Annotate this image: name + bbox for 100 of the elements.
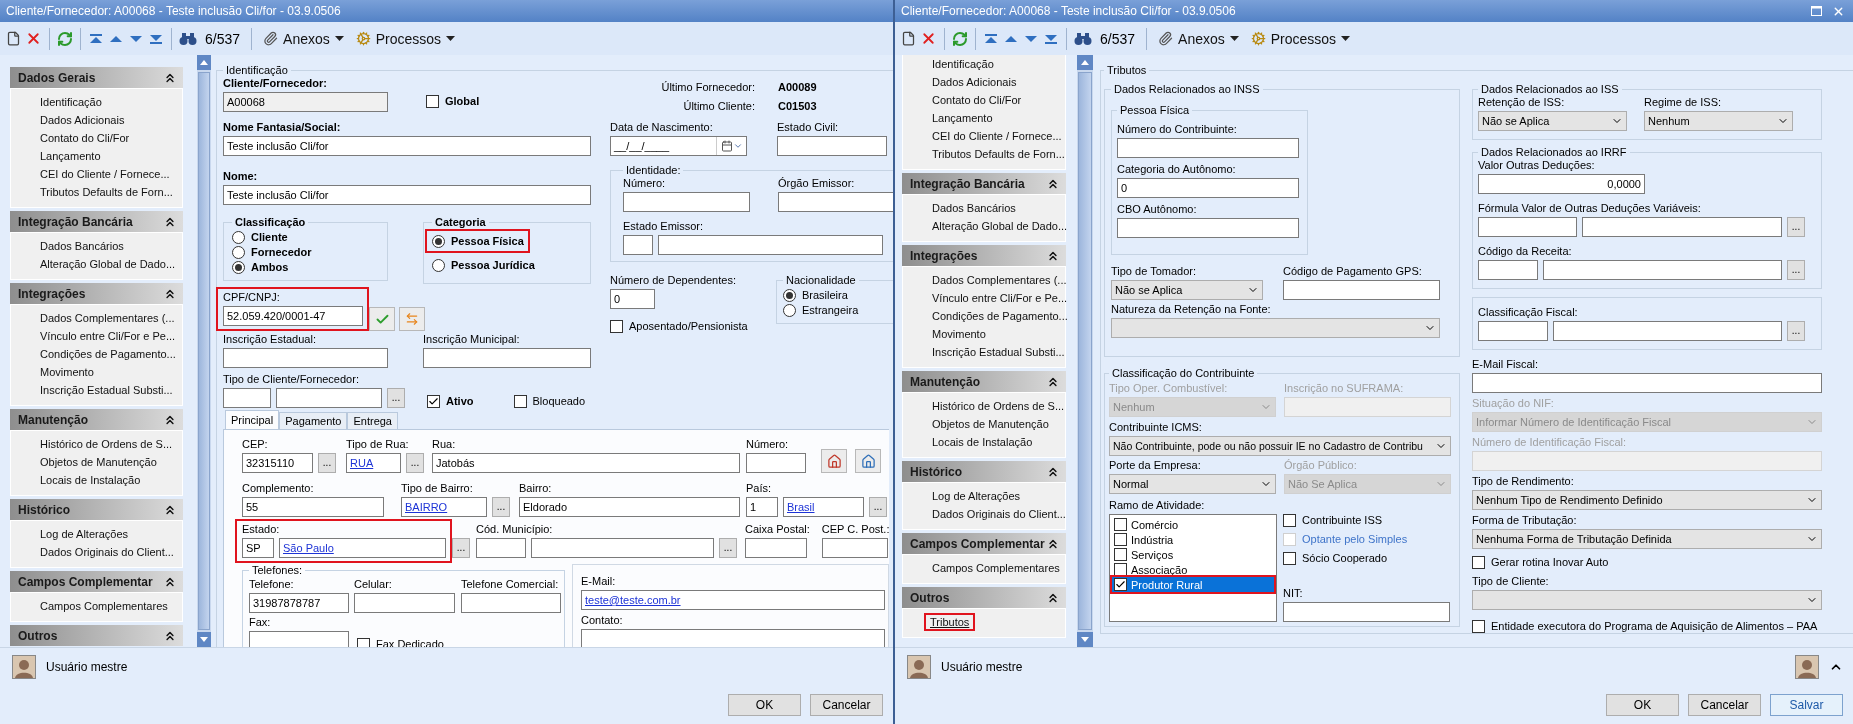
date-field[interactable]: __/__/____ (610, 136, 747, 156)
section-header[interactable]: Manutenção (902, 371, 1066, 392)
text-field[interactable] (276, 388, 382, 408)
checkbox[interactable] (1114, 578, 1127, 591)
delete-icon[interactable] (920, 30, 937, 47)
checkbox[interactable] (1472, 556, 1485, 569)
nav-link[interactable]: Tributos (924, 613, 976, 631)
radio-button[interactable] (432, 235, 445, 248)
dropdown[interactable]: Não Contribuinte, pode ou não possuir IE no Cadastro de Contribu (1109, 436, 1451, 456)
lookup-button[interactable]: ... (869, 497, 887, 517)
menu-button[interactable]: Anexos (259, 28, 348, 49)
nav-link[interactable]: CEI do Cliente / Fornece... (926, 127, 1068, 145)
checkbox[interactable] (427, 395, 440, 408)
text-field[interactable] (658, 235, 883, 255)
nav-link[interactable]: Tributos Defaults de Forn... (34, 183, 179, 201)
nav-link[interactable]: Campos Complementares (34, 597, 174, 615)
text-field[interactable]: Teste inclusão Cli/for (223, 185, 591, 205)
arrow-up-icon[interactable] (200, 60, 208, 65)
nav-link[interactable]: Lançamento (926, 109, 999, 127)
lookup-button[interactable]: ... (387, 388, 405, 408)
scrollbar[interactable] (1077, 55, 1093, 647)
checkbox[interactable] (513, 395, 527, 408)
checkbox[interactable] (1283, 552, 1296, 565)
text-field[interactable] (1472, 373, 1822, 393)
section-header[interactable]: Integrações (902, 245, 1066, 266)
text-field[interactable]: A00068 (223, 92, 388, 112)
nav-link[interactable]: Contato do Cli/For (34, 129, 136, 147)
lookup-button[interactable]: ... (452, 538, 470, 558)
text-field[interactable]: São Paulo (279, 538, 446, 558)
binoculars-icon[interactable] (179, 31, 197, 46)
nav-link[interactable]: Movimento (926, 325, 992, 343)
text-field[interactable]: SP (242, 538, 274, 558)
lookup-button[interactable]: ... (1787, 260, 1805, 280)
nav-link[interactable]: Condições de Pagamento... (926, 307, 1074, 325)
text-field[interactable]: teste@teste.com.br (581, 590, 885, 610)
nav-link[interactable]: Dados Bancários (926, 199, 1022, 217)
list-item[interactable]: Indústria (1112, 532, 1274, 547)
dialog-button[interactable]: OK (728, 694, 801, 716)
radio-button[interactable] (232, 261, 245, 274)
dialog-button[interactable]: Cancelar (810, 694, 883, 716)
arrow-down-icon[interactable] (1081, 637, 1089, 642)
dialog-button[interactable]: Salvar (1770, 694, 1843, 716)
text-field[interactable] (1478, 321, 1548, 341)
section-header[interactable]: Campos Complementar (10, 571, 183, 592)
text-field[interactable]: Brasil (783, 497, 864, 517)
checkbox[interactable] (1114, 548, 1127, 561)
nav-link[interactable]: Inscrição Estadual Substi... (926, 343, 1071, 361)
checkbox[interactable] (1114, 533, 1127, 546)
dropdown[interactable]: Não se Aplica (1478, 111, 1627, 131)
checkbox[interactable] (426, 95, 439, 108)
nav-link[interactable]: Dados Originais do Client... (34, 543, 180, 561)
list-item[interactable]: Comércio (1112, 517, 1274, 532)
lookup-button[interactable]: ... (492, 497, 510, 517)
text-field[interactable]: 1 (746, 497, 778, 517)
text-field[interactable] (1478, 260, 1538, 280)
lookup-button[interactable]: ... (406, 453, 424, 473)
text-field[interactable] (1117, 138, 1299, 158)
nav-link[interactable]: Objetos de Manutenção (926, 415, 1055, 433)
text-field[interactable] (1117, 218, 1299, 238)
text-field[interactable]: Teste inclusão Cli/for (223, 136, 591, 156)
tab[interactable]: Entrega (347, 412, 398, 429)
nav-link[interactable]: Dados Bancários (34, 237, 130, 255)
section-header[interactable]: Histórico (10, 499, 183, 520)
list-item[interactable]: Produtor Rural (1112, 577, 1274, 592)
text-field[interactable]: 0,0000 (1478, 174, 1645, 194)
arrow-up-icon[interactable] (1081, 60, 1089, 65)
section-header[interactable]: Dados Gerais (10, 67, 183, 88)
section-header[interactable]: Outros (10, 625, 183, 646)
section-header[interactable]: Integrações (10, 283, 183, 304)
section-header[interactable]: Manutenção (10, 409, 183, 430)
lookup-button[interactable]: ... (318, 453, 336, 473)
text-field[interactable]: 52.059.420/0001-47 (223, 306, 363, 326)
radio-button[interactable] (783, 304, 796, 317)
dialog-button[interactable]: Cancelar (1688, 694, 1761, 716)
nav-link[interactable]: Histórico de Ordens de S... (34, 435, 179, 453)
text-field[interactable] (746, 453, 806, 473)
radio-button[interactable] (232, 246, 245, 259)
nav-link[interactable]: Dados Adicionais (34, 111, 131, 129)
nav-link[interactable]: Condições de Pagamento... (34, 345, 182, 363)
binoculars-icon[interactable] (1074, 31, 1092, 46)
maximize-icon[interactable] (1811, 6, 1822, 16)
list-item[interactable]: Serviços (1112, 547, 1274, 562)
menu-button[interactable]: Processos (1246, 28, 1355, 49)
text-field[interactable] (581, 629, 885, 647)
nav-link[interactable]: Alteração Global de Dado... (926, 217, 1074, 235)
scrollbar[interactable] (197, 55, 211, 647)
text-field[interactable] (249, 631, 349, 647)
section-header[interactable]: Histórico (902, 461, 1066, 482)
dropdown[interactable]: Nenhum Tipo de Rendimento Definido (1472, 490, 1822, 510)
nav-link[interactable]: Objetos de Manutenção (34, 453, 163, 471)
nav-link[interactable]: Locais de Instalação (34, 471, 147, 489)
address-button[interactable] (821, 449, 847, 473)
section-header[interactable]: Integração Bancária (902, 173, 1066, 194)
new-document-icon[interactable] (6, 31, 21, 46)
text-field[interactable] (623, 192, 750, 212)
text-field[interactable]: Eldorado (519, 497, 740, 517)
checkbox[interactable] (610, 320, 623, 333)
section-header[interactable]: Outros (902, 587, 1066, 608)
text-field[interactable] (745, 538, 807, 558)
text-field[interactable] (778, 192, 893, 212)
